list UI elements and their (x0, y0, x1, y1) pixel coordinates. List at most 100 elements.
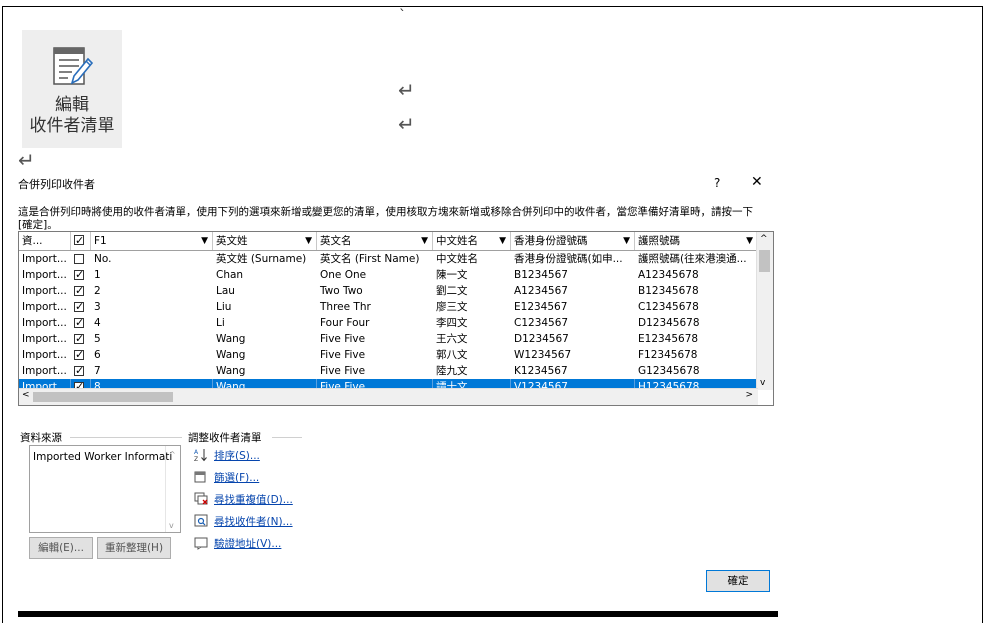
table-cell-source: Import... (22, 349, 67, 361)
table-row[interactable]: Import... No. 英文姓 (Surname) 英文名 (First Name… (19, 251, 758, 267)
table-cell-surname: Liu (216, 301, 232, 313)
dropdown-arrow-icon[interactable]: ▼ (421, 232, 428, 250)
sort-link-text[interactable]: 排序(S)... (214, 448, 260, 463)
table-cell-cname: 陳一文 (436, 269, 468, 281)
scroll-thumb[interactable] (33, 392, 173, 402)
paragraph-mark: ↵ (18, 148, 35, 172)
column-header-checkbox[interactable] (71, 232, 91, 250)
checkbox-cell[interactable] (71, 267, 91, 283)
find-recipient-link-text[interactable]: 尋找收件者(N)... (214, 514, 293, 529)
table-cell-f1: No. (94, 253, 112, 265)
table-cell-first: Five Five (320, 365, 366, 377)
table-row[interactable]: Import... 5 Wang Five Five 王六文 D1234567 E12345… (19, 331, 758, 347)
table-cell-cname: 劉二文 (436, 285, 468, 297)
list-scrollbar[interactable]: ^ v (165, 446, 180, 532)
checkbox-cell[interactable] (71, 251, 91, 267)
recipient-checkbox[interactable] (74, 331, 84, 347)
table-row[interactable]: Import... 3 Liu Three Thr 廖三文 E1234567 C123456… (19, 299, 758, 315)
table-row[interactable]: Import... 2 Lau Two Two 劉二文 A1234567 B12345678 (19, 283, 758, 299)
scroll-down-icon[interactable]: v (169, 521, 174, 530)
table-cell-surname: Wang (216, 333, 246, 345)
find-recipient-icon (194, 514, 208, 527)
scroll-left-icon[interactable]: < (22, 390, 30, 400)
table-cell-first: Five Five (320, 333, 366, 345)
edit-button[interactable]: 編輯(E)... (29, 537, 93, 559)
scroll-right-icon[interactable]: > (745, 390, 753, 400)
recipient-checkbox[interactable] (74, 315, 84, 331)
horizontal-scrollbar[interactable]: < > (19, 388, 758, 405)
table-cell-cname: 李四文 (436, 317, 468, 329)
table-cell-cname: 廖三文 (436, 301, 468, 313)
ok-button[interactable]: 確定 (706, 570, 770, 592)
table-cell-passport: 護照號碼(往來港澳通... (638, 253, 747, 265)
dropdown-arrow-icon[interactable]: ▼ (201, 232, 208, 250)
recipient-checkbox[interactable] (74, 363, 84, 379)
table-cell-first: One One (320, 269, 367, 281)
table-row[interactable]: Import... 4 Li Four Four 李四文 C1234567 D1234567… (19, 315, 758, 331)
table-cell-f1: 6 (94, 349, 101, 361)
checkbox-cell[interactable] (71, 347, 91, 363)
sort-icon: A Z (194, 449, 207, 462)
table-cell-f1: 5 (94, 333, 101, 345)
help-button[interactable]: ? (714, 176, 720, 190)
table-cell-hkid: A1234567 (514, 285, 568, 297)
table-row[interactable]: Import... 7 Wang Five Five 陸九文 K1234567 G12345… (19, 363, 758, 379)
filter-icon (194, 471, 206, 483)
group-divider (272, 437, 302, 438)
dropdown-arrow-icon[interactable]: ▼ (499, 232, 506, 250)
refresh-button[interactable]: 重新整理(H) (97, 537, 171, 559)
checkbox-cell[interactable] (71, 331, 91, 347)
table-cell-hkid: W1234567 (514, 349, 572, 361)
recipient-checkbox[interactable] (74, 267, 84, 283)
scroll-up-icon[interactable]: ^ (760, 234, 768, 244)
column-header-hkid[interactable]: 香港身份證號碼 ▼ (511, 232, 635, 250)
table-cell-first: 英文名 (First Name) (320, 253, 420, 265)
table-cell-first: Three Thr (320, 301, 371, 313)
vertical-scrollbar[interactable]: ^ v (756, 232, 773, 390)
scroll-down-icon[interactable]: v (760, 378, 765, 388)
table-row[interactable]: Import... 1 Chan One One 陳一文 B1234567 A1234567… (19, 267, 758, 283)
select-all-checkbox[interactable] (74, 232, 84, 250)
table-cell-passport: G12345678 (638, 365, 700, 377)
column-header-f1[interactable]: F1 ▼ (91, 232, 213, 250)
recipient-checkbox[interactable] (74, 283, 84, 299)
page-bottom-border (18, 611, 778, 617)
table-cell-f1: 1 (94, 269, 101, 281)
table-cell-source: Import... (22, 333, 67, 345)
column-header-first-name[interactable]: 英文名 ▼ (317, 232, 433, 250)
column-header-passport[interactable]: 護照號碼 ▼ (635, 232, 758, 250)
validate-address-link-text[interactable]: 驗證地址(V)... (214, 536, 281, 551)
find-duplicates-link-text[interactable]: 尋找重複值(D)... (214, 492, 293, 507)
checkbox-cell[interactable] (71, 299, 91, 315)
dropdown-arrow-icon[interactable]: ▼ (623, 232, 630, 250)
column-header-source[interactable]: 資... (19, 232, 71, 250)
column-header-chinese-name[interactable]: 中文姓名 ▼ (433, 232, 511, 250)
table-cell-surname: Li (216, 317, 225, 329)
scroll-up-icon[interactable]: ^ (169, 450, 176, 459)
data-source-list[interactable]: Imported Worker Informati ^ v (29, 445, 181, 533)
edit-recipient-list-button[interactable]: 編輯 收件者清單 (22, 30, 122, 148)
data-source-item[interactable]: Imported Worker Informati (33, 451, 173, 463)
paragraph-mark: ↵ (398, 112, 415, 136)
table-cell-source: Import... (22, 285, 67, 297)
table-cell-source: Import... (22, 269, 67, 281)
table-cell-first: Five Five (320, 349, 366, 361)
recipient-checkbox[interactable] (74, 254, 84, 264)
recipient-checkbox[interactable] (74, 299, 84, 315)
close-icon[interactable]: ✕ (751, 174, 763, 190)
dropdown-arrow-icon[interactable]: ▼ (746, 232, 753, 250)
scroll-thumb[interactable] (759, 250, 770, 272)
table-cell-source: Import... (22, 301, 67, 313)
paragraph-mark: ↵ (398, 78, 415, 102)
svg-text:Z: Z (194, 456, 198, 462)
table-cell-f1: 3 (94, 301, 101, 313)
dropdown-arrow-icon[interactable]: ▼ (305, 232, 312, 250)
table-row[interactable]: Import... 6 Wang Five Five 郭八文 W1234567 F12345… (19, 347, 758, 363)
checkbox-cell[interactable] (71, 283, 91, 299)
recipient-checkbox[interactable] (74, 347, 84, 363)
column-header-surname[interactable]: 英文姓 ▼ (213, 232, 317, 250)
recipient-grid[interactable]: 資... F1▼ 英文姓▼ 英文名▼ 中文姓名▼ 香港身份證號碼▼ 護照號碼▼ … (18, 231, 774, 406)
filter-link-text[interactable]: 篩選(F)... (214, 470, 259, 485)
checkbox-cell[interactable] (71, 315, 91, 331)
checkbox-cell[interactable] (71, 363, 91, 379)
